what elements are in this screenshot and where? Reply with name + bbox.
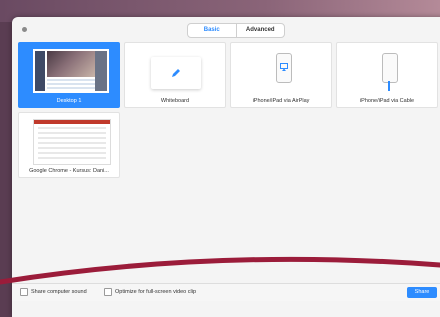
checkbox-icon	[104, 288, 112, 296]
desktop-thumbnail	[33, 49, 109, 93]
tab-switcher: Basic Advanced	[187, 23, 285, 38]
share-button[interactable]: Share	[407, 287, 437, 298]
optimize-video-checkbox[interactable]: Optimize for full-screen video clip	[104, 288, 196, 296]
chrome-window-thumbnail	[33, 119, 111, 165]
footer-bar: Share computer sound Optimize for full-s…	[12, 283, 440, 301]
pencil-icon	[172, 69, 180, 77]
airplay-icon	[280, 63, 288, 71]
share-option-label: iPhone/iPad via Cable	[359, 98, 415, 104]
share-option-airplay[interactable]: iPhone/iPad via AirPlay	[230, 42, 332, 108]
share-option-whiteboard[interactable]: Whiteboard	[124, 42, 226, 108]
share-option-desktop[interactable]: Desktop 1	[18, 42, 120, 108]
whiteboard-thumbnail	[151, 57, 201, 89]
share-option-chrome[interactable]: Google Chrome - Kursus: Dani...	[18, 112, 120, 178]
share-option-label: iPhone/iPad via AirPlay	[252, 98, 310, 104]
window-close-button[interactable]	[22, 27, 27, 32]
share-sound-label: Share computer sound	[31, 289, 87, 295]
share-option-label: Whiteboard	[160, 98, 190, 104]
cable-icon	[388, 81, 390, 91]
tab-basic[interactable]: Basic	[188, 24, 237, 37]
phone-icon	[276, 53, 292, 83]
share-options-grid: Desktop 1 Whiteboard iPhone/iPad via Air…	[18, 42, 440, 178]
share-sound-checkbox[interactable]: Share computer sound	[20, 288, 87, 296]
tab-advanced[interactable]: Advanced	[237, 24, 285, 37]
share-option-label: Desktop 1	[56, 98, 82, 104]
phone-icon	[382, 53, 398, 83]
share-option-label: Google Chrome - Kursus: Dani...	[29, 168, 109, 174]
checkbox-icon	[20, 288, 28, 296]
share-option-cable[interactable]: iPhone/iPad via Cable	[336, 42, 438, 108]
share-screen-window: Basic Advanced Desktop 1 Whiteboard iPho…	[12, 17, 440, 317]
optimize-video-label: Optimize for full-screen video clip	[115, 289, 197, 295]
